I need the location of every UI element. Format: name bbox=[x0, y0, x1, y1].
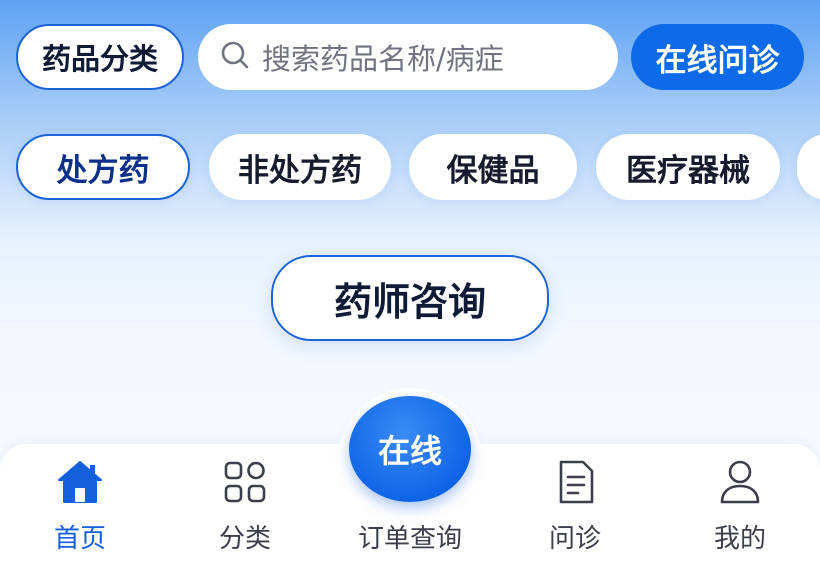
tab-health-products[interactable]: 保健品 bbox=[409, 134, 577, 200]
nav-label-category: 分类 bbox=[218, 524, 271, 554]
nav-item-category[interactable]: 分类 bbox=[185, 458, 305, 558]
tab-label: 保健品 bbox=[446, 152, 540, 189]
document-icon bbox=[551, 458, 599, 506]
nav-item-consult[interactable]: 问诊 bbox=[515, 458, 635, 558]
nav-label-mine: 我的 bbox=[713, 524, 766, 554]
grid-icon bbox=[221, 458, 269, 506]
search-placeholder: 搜索药品名称/病症 bbox=[262, 42, 504, 76]
tab-otc[interactable]: 非处方药 bbox=[209, 134, 391, 200]
tab-medical-devices[interactable]: 医疗器械 bbox=[596, 134, 780, 200]
pharmacist-consult-label: 药师咨询 bbox=[333, 279, 486, 324]
nav-item-mine[interactable]: 我的 bbox=[680, 458, 800, 558]
tab-label: 医疗器械 bbox=[626, 152, 750, 189]
tab-prescription[interactable]: 处方药 bbox=[16, 134, 190, 200]
nav-label-home: 首页 bbox=[53, 524, 106, 554]
nav-item-home[interactable]: 首页 bbox=[20, 458, 140, 558]
user-icon bbox=[716, 458, 764, 506]
nav-label-orders: 订单查询 bbox=[357, 524, 462, 554]
pharmacist-consult-button[interactable]: 药师咨询 bbox=[271, 255, 549, 341]
nav-label-consult: 问诊 bbox=[548, 524, 601, 554]
nav-item-orders[interactable]: 订单查询 bbox=[340, 458, 480, 558]
online-consult-button[interactable]: 在线问诊 bbox=[631, 24, 804, 90]
tab-overflow[interactable] bbox=[797, 134, 820, 200]
tab-label: 非处方药 bbox=[238, 152, 362, 189]
search-input[interactable]: 搜索药品名称/病症 bbox=[198, 24, 618, 90]
search-icon bbox=[220, 40, 250, 74]
online-consult-label: 在线问诊 bbox=[655, 42, 780, 79]
tab-label: 处方药 bbox=[56, 152, 150, 189]
category-button[interactable]: 药品分类 bbox=[16, 24, 184, 90]
home-icon bbox=[56, 458, 104, 506]
category-button-label: 药品分类 bbox=[41, 42, 158, 76]
